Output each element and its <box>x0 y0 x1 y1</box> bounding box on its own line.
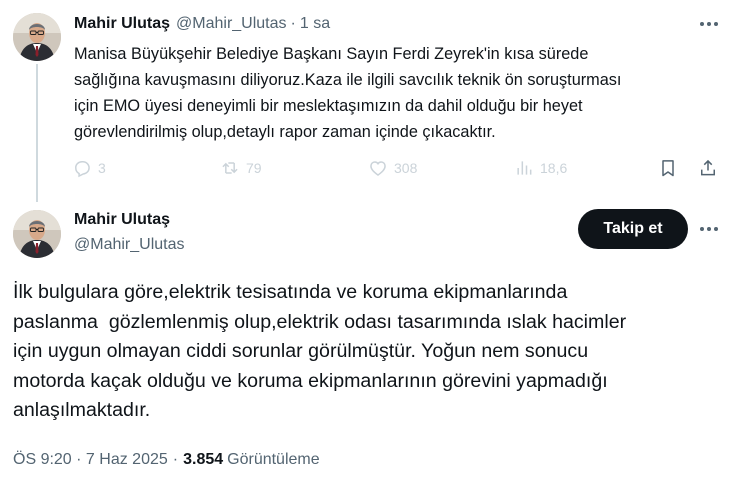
author-handle[interactable]: @Mahir_Ulutas <box>176 15 287 33</box>
tweet-timestamp[interactable]: ÖS 9:20 · 7 Haz 2025 <box>13 451 168 469</box>
retweet-button[interactable]: 79 <box>220 154 262 182</box>
more-options-button[interactable] <box>695 10 723 38</box>
retweet-count: 79 <box>246 160 262 176</box>
like-button[interactable]: 308 <box>368 154 417 182</box>
tweet-meta: ÖS 9:20 · 7 Haz 2025 · 3.854 Görüntüleme <box>13 451 320 469</box>
reply-icon <box>74 161 90 178</box>
reply-button[interactable]: 3 <box>72 154 106 182</box>
header-separator: · <box>290 15 296 32</box>
views-icon <box>517 161 532 175</box>
author-name[interactable]: Mahir Ulutaş <box>74 211 170 229</box>
avatar[interactable] <box>13 210 61 258</box>
avatar-photo-icon <box>13 13 61 61</box>
views-label: Görüntüleme <box>227 451 320 468</box>
share-button[interactable] <box>698 154 718 182</box>
main-tweet-text: İlk bulgulara göre,elektrik tesisatında … <box>13 281 627 421</box>
more-icon <box>700 227 704 231</box>
avatar-photo-icon <box>13 210 61 258</box>
parent-tweet-text: Manisa Büyükşehir Belediye Başkanı Sayın… <box>74 45 622 141</box>
views-count: 3.854 <box>183 451 224 468</box>
follow-button[interactable]: Takip et <box>578 209 688 249</box>
tweet-actions-bar: 3 79 308 18,6 <box>72 154 722 182</box>
more-icon <box>700 22 704 26</box>
like-icon <box>370 161 386 177</box>
parent-tweet-header: Mahir Ulutaş @Mahir_Ulutas · 1 sa <box>74 14 330 34</box>
more-options-button[interactable] <box>695 215 723 243</box>
tweet-time[interactable]: 1 sa <box>300 15 330 33</box>
retweet-icon <box>222 162 238 174</box>
avatar[interactable] <box>13 13 61 61</box>
author-name[interactable]: Mahir Ulutaş <box>74 15 170 33</box>
parent-tweet[interactable]: Mahir Ulutaş @Mahir_Ulutas · 1 sa Manisa… <box>0 0 736 202</box>
like-count: 308 <box>394 160 418 176</box>
thread-connector-line <box>36 64 38 202</box>
view-count: 18,6 <box>540 160 568 176</box>
reply-count: 3 <box>98 160 106 176</box>
bookmark-button[interactable] <box>658 154 678 182</box>
bookmark-icon <box>662 160 674 177</box>
author-handle[interactable]: @Mahir_Ulutas <box>74 236 185 254</box>
share-icon <box>701 159 715 176</box>
views-button[interactable]: 18,6 <box>514 154 567 182</box>
meta-separator: · <box>172 451 179 468</box>
